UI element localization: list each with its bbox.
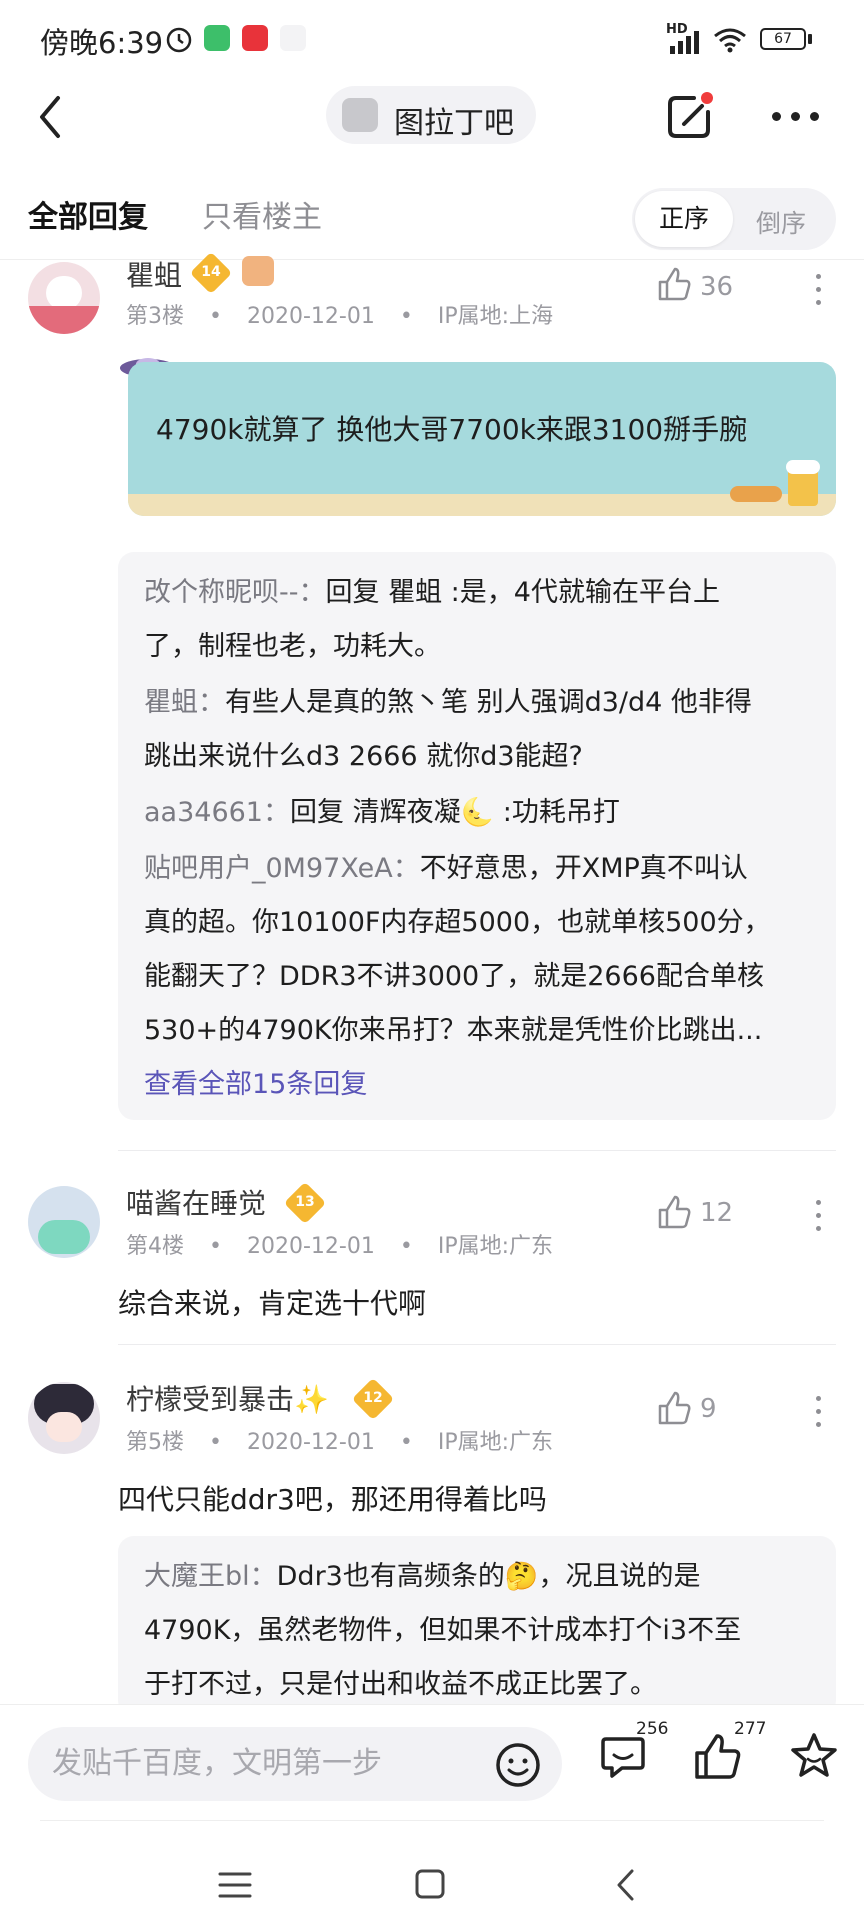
avatar[interactable] — [28, 1382, 100, 1454]
back-nav-icon[interactable] — [614, 1868, 638, 1902]
sub-replies-box: 大魔王bl：Ddr3也有高频条的🤔，况且说的是 4790K，虽然老物件，但如果不… — [118, 1536, 836, 1716]
home-icon[interactable] — [414, 1868, 446, 1900]
order-switch: 正序 倒序 — [632, 188, 836, 250]
post-text: 四代只能ddr3吧，那还用得着比吗 — [118, 1483, 547, 1516]
compose-post-icon[interactable] — [664, 90, 714, 142]
sub-reply[interactable]: 大魔王bl：Ddr3也有高频条的🤔，况且说的是 — [144, 1554, 700, 1593]
member-badge-icon — [242, 256, 274, 286]
compose-input[interactable] — [52, 1741, 472, 1785]
sub-reply-cont: 于打不过，只是付出和收益不成正比罢了。 — [144, 1669, 657, 1700]
sub-reply-cont: 能翻天了？DDR3不讲3000了，就是2666配合单核 — [144, 961, 764, 992]
more-vertical-icon[interactable] — [816, 274, 822, 313]
forum-name: 图拉丁吧 — [394, 106, 514, 141]
like-count: 12 — [700, 1198, 734, 1228]
username[interactable]: 喵酱在睡觉 — [126, 1182, 266, 1222]
star-icon[interactable] — [788, 1731, 840, 1783]
tab-all-replies[interactable]: 全部回复 — [28, 192, 148, 236]
view-all-replies-link[interactable]: 查看全部15条回复 — [144, 1062, 367, 1101]
sub-replies-box: 改个称昵呗--：回复 瞿蛆 :是，4代就输在平台上 了，制程也老，功耗大。 瞿蛆… — [118, 552, 836, 1120]
battery-icon: 67 — [760, 28, 806, 50]
emoji-icon[interactable] — [494, 1741, 542, 1789]
menu-icon[interactable] — [218, 1870, 252, 1900]
like-count: 9 — [700, 1394, 717, 1424]
beer-foam — [786, 460, 820, 474]
snack-icon — [730, 486, 782, 502]
sub-reply-cont: 跳出来说什么d3 2666 就你d3能超? — [144, 741, 583, 772]
like-icon[interactable] — [656, 266, 692, 302]
app-notification-icon — [242, 25, 268, 51]
app-notification-icon — [280, 25, 306, 51]
sub-reply-cont: 4790K，虽然老物件，但如果不计成本打个i3不至 — [144, 1615, 742, 1646]
like-icon[interactable] — [656, 1390, 692, 1426]
status-bar: 傍晚6:39 HD 67 — [0, 0, 864, 80]
tab-op-only[interactable]: 只看楼主 — [202, 192, 322, 236]
sub-reply-cont: 530+的4790K你来吊打？本来就是凭性价比跳出... — [144, 1015, 763, 1046]
nav-divider — [40, 1820, 824, 1821]
like-count: 36 — [700, 272, 734, 302]
post-floor-5: 柠檬受到暴击✨ 12 第5楼 • 2020-12-01 • IP属地:广东 9 … — [0, 1377, 864, 1542]
order-asc-button[interactable]: 正序 — [635, 191, 733, 247]
wifi-icon — [714, 28, 746, 53]
level-number: 14 — [201, 264, 221, 280]
bottom-action-bar: 256 277 — [0, 1704, 864, 1818]
order-desc-button[interactable]: 倒序 — [756, 204, 806, 240]
sub-reply[interactable]: 贴吧用户_0M97XeA：不好意思，开XMP真不叫认 — [144, 846, 748, 885]
avatar[interactable] — [28, 1186, 100, 1258]
post-meta: 第3楼 • 2020-12-01 • IP属地:上海 — [126, 304, 553, 329]
sub-reply[interactable]: 改个称昵呗--：回复 瞿蛆 :是，4代就输在平台上 — [144, 570, 720, 609]
reply-filter-tabs: 全部回复 只看楼主 正序 倒序 — [0, 180, 864, 260]
compose-box[interactable] — [28, 1727, 562, 1801]
more-vertical-icon[interactable] — [816, 1200, 822, 1239]
battery-level: 67 — [774, 31, 792, 47]
sub-reply[interactable]: 瞿蛆：有些人是真的煞丶笔 别人强调d3/d4 他非得 — [144, 680, 752, 719]
divider — [118, 1344, 836, 1345]
level-number: 13 — [295, 1194, 315, 1210]
signal-icon — [670, 31, 699, 54]
level-number: 12 — [363, 1390, 383, 1406]
back-icon[interactable] — [36, 94, 66, 140]
avatar[interactable] — [28, 262, 100, 334]
sub-reply-cont: 了，制程也老，功耗大。 — [144, 631, 441, 662]
username[interactable]: 瞿蛆 — [126, 254, 182, 294]
username[interactable]: 柠檬受到暴击✨ — [126, 1378, 329, 1418]
post-text: 4790k就算了 换他大哥7700k来跟3100掰手腕 — [156, 413, 748, 446]
more-vertical-icon[interactable] — [816, 1396, 822, 1435]
battery-tip — [808, 34, 812, 44]
like-icon[interactable] — [656, 1194, 692, 1230]
like-total-count: 277 — [734, 1719, 767, 1739]
post-meta: 第4楼 • 2020-12-01 • IP属地:广东 — [126, 1234, 553, 1259]
divider — [118, 1150, 836, 1151]
status-time: 傍晚6:39 — [40, 26, 164, 60]
app-notification-icon — [204, 25, 230, 51]
top-bar: 图拉丁吧 — [0, 80, 864, 180]
post-text: 综合来说，肯定选十代啊 — [118, 1287, 427, 1320]
more-options-icon[interactable] — [772, 112, 820, 122]
forum-pill[interactable]: 图拉丁吧 — [326, 86, 536, 144]
system-nav-bar — [0, 1820, 864, 1920]
alarm-icon — [166, 27, 192, 53]
comment-count: 256 — [636, 1719, 669, 1739]
post-floor-4: 喵酱在睡觉 13 第4楼 • 2020-12-01 • IP属地:广东 12 综… — [0, 1181, 864, 1346]
forum-avatar-icon — [342, 98, 378, 132]
sub-reply[interactable]: aa34661：回复 清辉夜凝🌜 :功耗吊打 — [144, 790, 620, 829]
post-bubble: 4790k就算了 换他大哥7700k来跟3100掰手腕 — [128, 362, 836, 516]
post-meta: 第5楼 • 2020-12-01 • IP属地:广东 — [126, 1430, 553, 1455]
sub-reply-cont: 真的超。你10100F内存超5000，也就单核500分， — [144, 907, 771, 938]
